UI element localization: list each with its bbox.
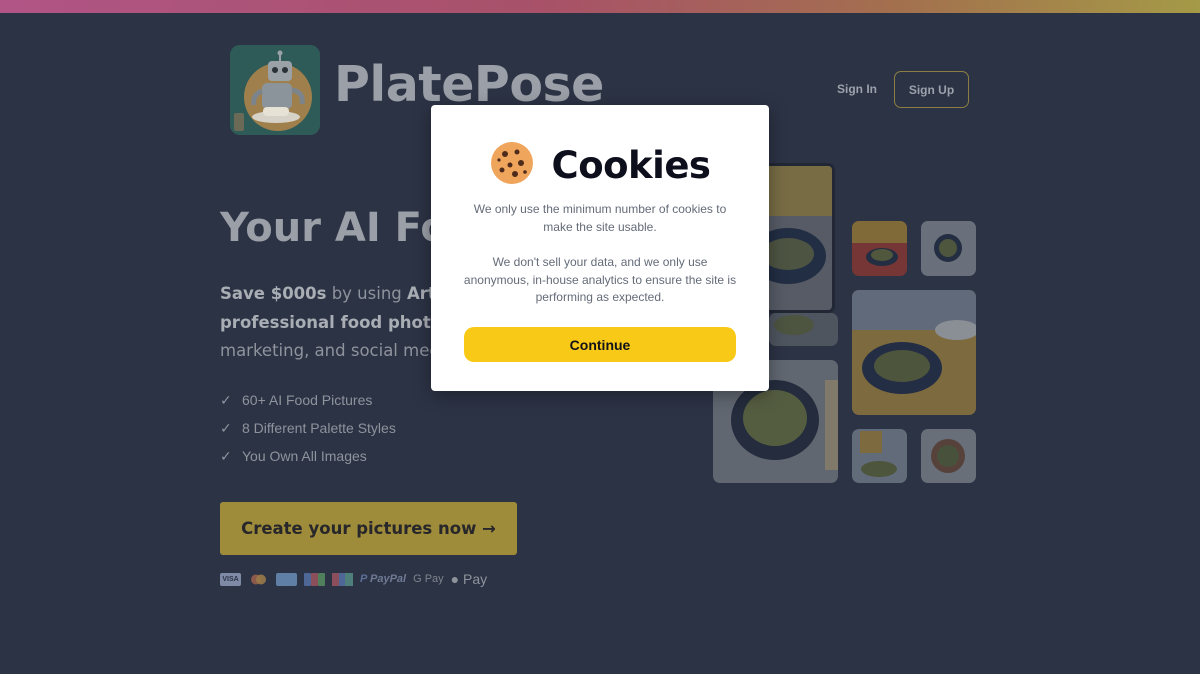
amex-icon — [276, 572, 297, 586]
dialog-text-privacy: We don't sell your data, and we only use… — [463, 255, 737, 304]
unionpay-icon — [332, 572, 353, 586]
sign-in-link[interactable]: Sign In — [832, 82, 882, 96]
hero-sub-savings: Save $000s — [220, 284, 327, 303]
feature-list: ✓ 60+ AI Food Pictures ✓ 8 Different Pal… — [220, 386, 396, 470]
robot-chef-logo[interactable] — [230, 45, 320, 135]
feature-label: 8 Different Palette Styles — [242, 420, 396, 436]
google-pay-icon: G Pay — [413, 573, 444, 585]
feature-label: You Own All Images — [242, 448, 367, 464]
check-icon: ✓ — [220, 447, 232, 464]
food-photo — [852, 429, 907, 483]
food-photo — [921, 429, 976, 483]
check-icon: ✓ — [220, 391, 232, 408]
payment-methods: VISA P PayPal G Pay ● Pay — [220, 571, 487, 587]
cookie-icon — [490, 141, 534, 190]
food-photo — [769, 313, 838, 346]
create-pictures-button[interactable]: Create your pictures now → — [220, 502, 517, 555]
food-photo — [921, 221, 976, 276]
food-photo — [852, 290, 976, 415]
sign-up-button[interactable]: Sign Up — [894, 71, 969, 108]
hero-sub-text: by using — [326, 284, 407, 303]
continue-button[interactable]: Continue — [464, 327, 736, 362]
hero-sub-text-3: marketing, and social media — [220, 341, 455, 360]
dialog-text-cookies: We only use the minimum number of cookie… — [473, 202, 727, 234]
jcb-icon — [304, 572, 325, 586]
feature-label: 60+ AI Food Pictures — [242, 392, 373, 408]
landing-page: PlatePose Sign In Sign Up Your AI Fo Sav… — [0, 13, 1200, 674]
food-photo — [852, 221, 907, 276]
feature-item: ✓ 8 Different Palette Styles — [220, 414, 396, 442]
mastercard-icon — [248, 573, 269, 586]
dialog-header: Cookies — [431, 141, 769, 190]
cookie-consent-dialog: Cookies We only use the minimum number o… — [431, 105, 769, 391]
feature-item: ✓ You Own All Images — [220, 442, 396, 470]
paypal-icon: P PayPal — [360, 573, 407, 585]
top-gradient-bar — [0, 0, 1200, 13]
dialog-title: Cookies — [551, 144, 711, 187]
check-icon: ✓ — [220, 419, 232, 436]
visa-icon: VISA — [220, 572, 241, 586]
hero-sub-photos: professional food photos — [220, 312, 452, 332]
apple-pay-icon: ● Pay — [450, 571, 488, 587]
feature-item: ✓ 60+ AI Food Pictures — [220, 386, 396, 414]
hero-title: Your AI Fo — [220, 205, 448, 251]
